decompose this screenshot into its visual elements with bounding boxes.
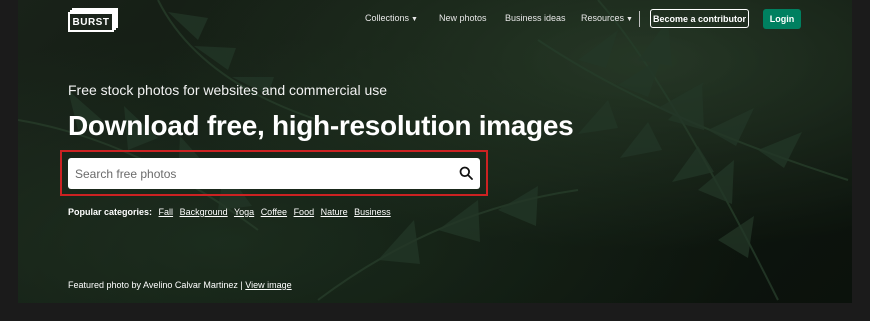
- popular-categories-label: Popular categories:: [68, 207, 153, 217]
- search-icon[interactable]: [459, 166, 473, 180]
- category-link-fall[interactable]: Fall: [159, 207, 174, 217]
- burst-logo[interactable]: BURST: [68, 8, 118, 32]
- nav-business-ideas[interactable]: Business ideas: [505, 13, 566, 23]
- nav-divider: [639, 11, 640, 27]
- view-image-link[interactable]: View image: [245, 280, 291, 290]
- nav-new-photos[interactable]: New photos: [439, 13, 487, 23]
- category-link-food[interactable]: Food: [294, 207, 315, 217]
- nav-resources-label: Resources: [581, 13, 625, 23]
- page-title: Download free, high-resolution images: [68, 110, 574, 141]
- top-navigation: BURST Collections ▼ New photos Business i…: [18, 0, 852, 40]
- logo-text: BURST: [68, 12, 114, 32]
- become-contributor-button[interactable]: Become a contributor: [650, 9, 749, 28]
- nav-resources[interactable]: Resources ▼: [581, 13, 633, 23]
- nav-collections-label: Collections: [365, 13, 410, 23]
- chevron-down-icon: ▼: [411, 16, 418, 23]
- search-input[interactable]: [68, 158, 445, 189]
- chevron-down-icon: ▼: [626, 16, 633, 23]
- hero-section: BURST Collections ▼ New photos Business i…: [18, 0, 852, 303]
- nav-collections[interactable]: Collections ▼: [365, 13, 418, 23]
- popular-categories: Popular categories: Fall Background Yoga…: [68, 207, 395, 217]
- category-link-nature[interactable]: Nature: [321, 207, 348, 217]
- category-link-background[interactable]: Background: [180, 207, 228, 217]
- hero-subtitle: Free stock photos for websites and comme…: [68, 82, 388, 98]
- featured-credit-text: Featured photo by Avelino Calvar Martine…: [68, 280, 243, 290]
- category-link-coffee[interactable]: Coffee: [261, 207, 287, 217]
- category-link-yoga[interactable]: Yoga: [234, 207, 254, 217]
- search-bar: [68, 158, 480, 189]
- login-button[interactable]: Login: [763, 9, 801, 29]
- featured-photo-credit: Featured photo by Avelino Calvar Martine…: [68, 280, 292, 290]
- category-link-business[interactable]: Business: [354, 207, 391, 217]
